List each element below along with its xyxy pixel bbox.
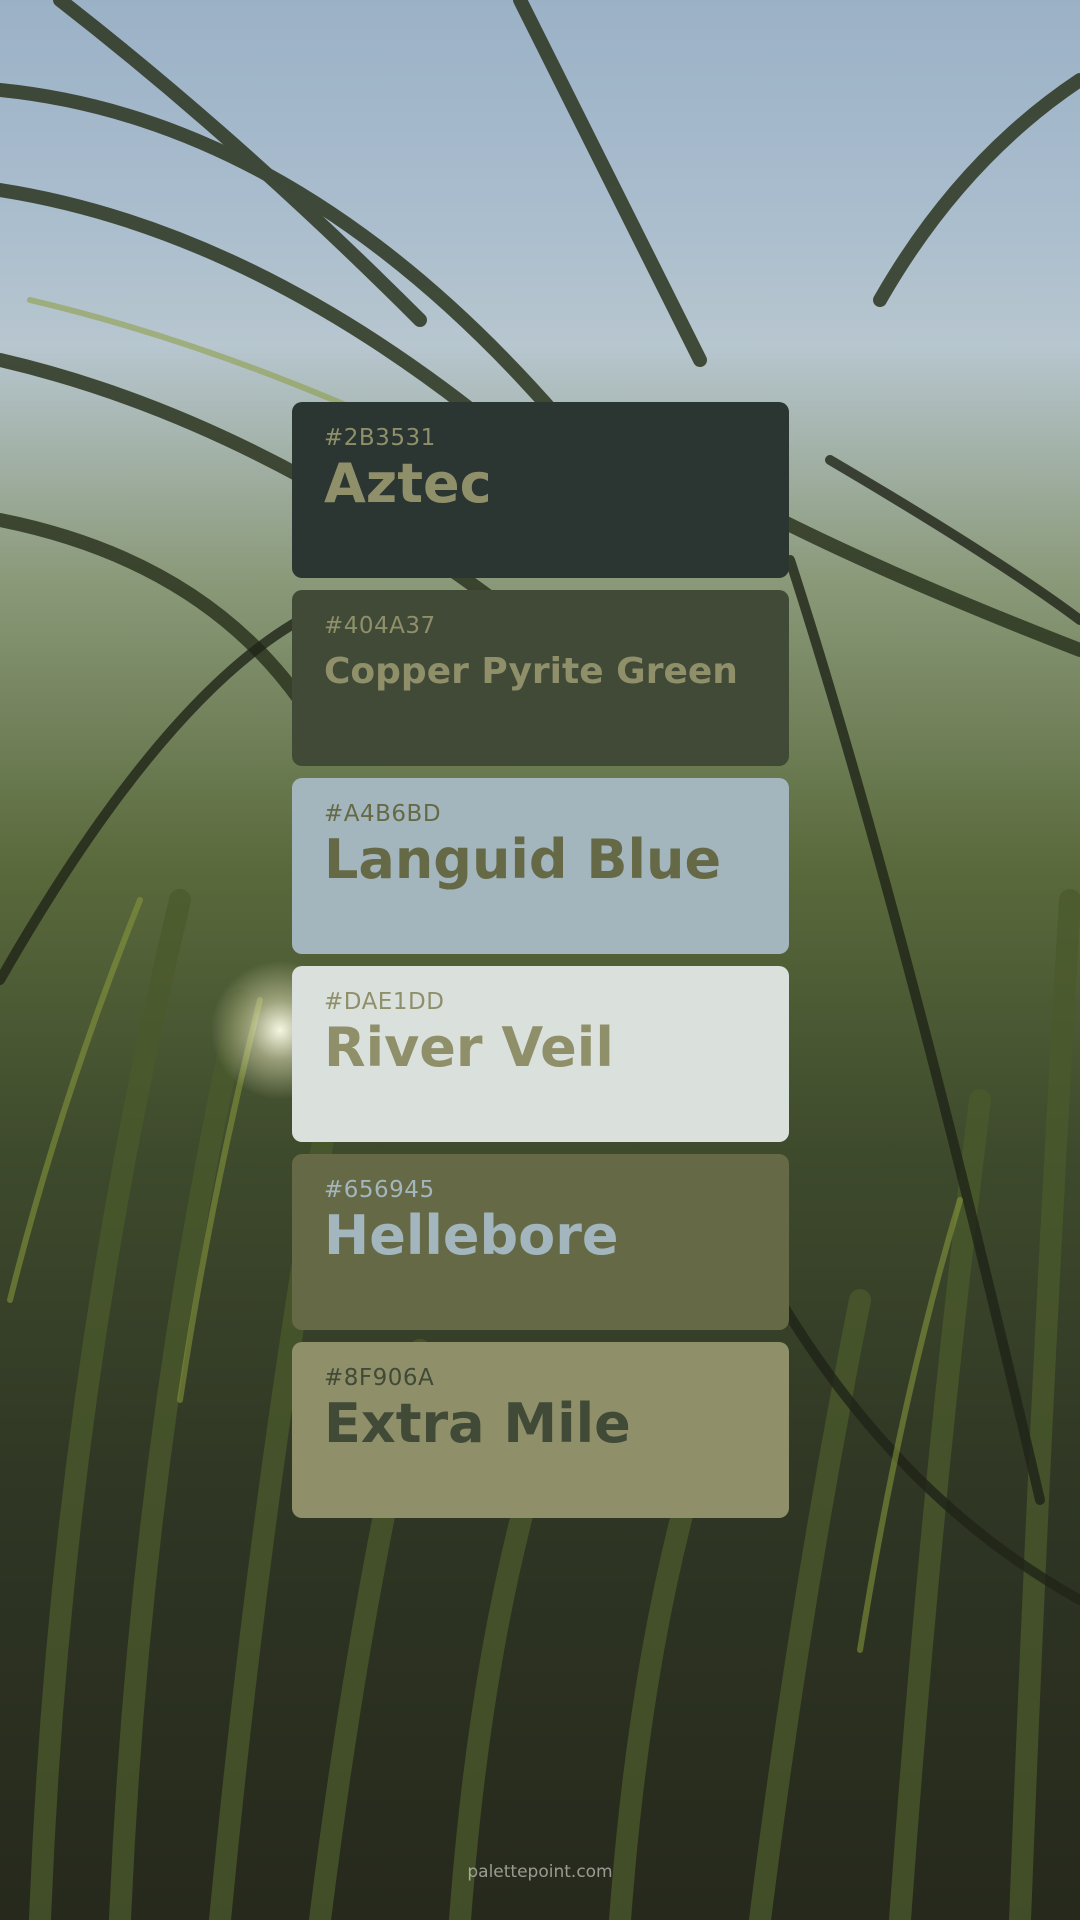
color-hex-code: #404A37 xyxy=(324,613,436,639)
color-name: Languid Blue xyxy=(324,828,722,891)
color-hex-code: #A4B6BD xyxy=(324,801,442,827)
color-name: River Veil xyxy=(324,1016,614,1079)
color-swatch[interactable]: #404A37 Copper Pyrite Green xyxy=(292,590,789,766)
color-palette: #2B3531 Aztec #404A37 Copper Pyrite Gree… xyxy=(292,402,789,1530)
color-hex-code: #2B3531 xyxy=(324,425,436,451)
color-hex-code: #8F906A xyxy=(324,1365,435,1391)
color-name: Copper Pyrite Green xyxy=(324,651,738,692)
color-swatch[interactable]: #A4B6BD Languid Blue xyxy=(292,778,789,954)
color-swatch[interactable]: #656945 Hellebore xyxy=(292,1154,789,1330)
color-swatch[interactable]: #DAE1DD River Veil xyxy=(292,966,789,1142)
footer-watermark: palettepoint.com xyxy=(467,1862,613,1882)
color-name: Aztec xyxy=(324,452,492,515)
color-hex-code: #DAE1DD xyxy=(324,989,445,1015)
color-swatch[interactable]: #2B3531 Aztec xyxy=(292,402,789,578)
color-swatch[interactable]: #8F906A Extra Mile xyxy=(292,1342,789,1518)
color-name: Hellebore xyxy=(324,1204,619,1267)
color-hex-code: #656945 xyxy=(324,1177,435,1203)
color-name: Extra Mile xyxy=(324,1392,631,1455)
